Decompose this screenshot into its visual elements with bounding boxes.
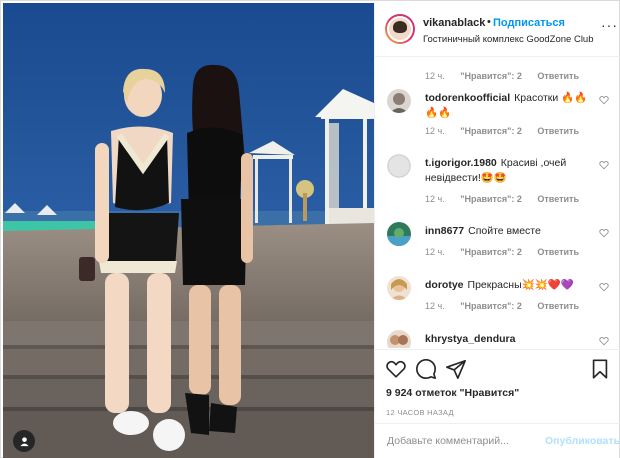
add-comment-bar: Добавьте комментарий... Опубликовать [375,423,620,458]
bookmark-icon[interactable] [589,358,611,380]
follow-button[interactable]: Подписаться [493,17,565,29]
reply-button[interactable]: Ответить [537,71,579,81]
reply-button[interactable]: Ответить [537,194,579,204]
comment-text: todorenkoofficial Красотки 🔥🔥 🔥🔥 [425,91,593,121]
commenter-username[interactable]: dorotye [425,279,464,291]
post-location[interactable]: Гостиничный комплекс GoodZone Club [423,34,594,45]
comment-meta: 12 ч. "Нравится": 2 Ответить [425,247,592,257]
photo-image [3,3,374,458]
paper-plane-icon[interactable] [445,358,467,380]
user-tag-icon[interactable] [13,430,35,452]
comment-icon[interactable] [415,358,437,380]
comment-time: 12 ч. [425,71,445,81]
commenter-username[interactable]: inn8677 [425,225,464,237]
commenter-avatar[interactable] [387,330,411,348]
post-dialog: vikanablack • Подписаться Гостиничный ко… [0,0,620,458]
reply-button[interactable]: Ответить [537,126,579,136]
commenter-avatar[interactable] [387,276,411,300]
more-options-icon[interactable]: ··· [601,17,618,33]
comment-text: khrystya_dendura [425,332,593,347]
author-username[interactable]: vikanablack [423,17,485,29]
comment-likes[interactable]: "Нравится": 2 [460,71,522,81]
commenter-avatar[interactable] [387,154,411,178]
commenter-username[interactable]: todorenkoofficial [425,92,510,104]
reply-button[interactable]: Ответить [537,301,579,311]
commenter-avatar[interactable] [387,222,411,246]
commenter-username[interactable]: t.igorigor.1980 [425,157,497,169]
heart-icon[interactable] [599,336,609,346]
comments-list[interactable]: 12 ч. "Нравится": 2 Ответить todorenkoof… [375,58,620,348]
author-avatar[interactable] [385,14,415,44]
post-side-panel: vikanablack • Подписаться Гостиничный ко… [374,3,620,458]
post-timestamp[interactable]: 12 ЧАСОВ НАЗАД [386,408,454,417]
comment-meta: 12 ч. "Нравится": 2 Ответить [425,301,592,311]
heart-icon[interactable] [385,358,407,380]
heart-icon[interactable] [599,282,609,292]
comment-body: Спойте вместе [468,225,541,237]
commenter-username[interactable]: khrystya_dendura [425,333,515,345]
comment-meta: 12 ч. "Нравится": 2 Ответить [425,194,592,204]
separator-dot: • [487,16,491,28]
comment-likes[interactable]: "Нравится": 2 [460,194,522,204]
commenter-avatar[interactable] [387,89,411,113]
likes-count[interactable]: 9 924 отметок "Нравится" [386,387,519,399]
comment-time: 12 ч. [425,247,445,257]
comment-input[interactable]: Добавьте комментарий... [387,435,509,447]
heart-icon[interactable] [599,95,609,105]
heart-icon[interactable] [599,228,609,238]
comment-meta: 12 ч. "Нравится": 2 Ответить [425,126,592,136]
comment-text: t.igorigor.1980 Красиві ,очей невідвести!… [425,156,593,186]
reply-button[interactable]: Ответить [537,247,579,257]
post-header: vikanablack • Подписаться Гостиничный ко… [375,3,620,57]
comment-body: Прекрасны💥💥❤️💜 [467,279,574,291]
comment-likes[interactable]: "Нравится": 2 [460,126,522,136]
publish-button[interactable]: Опубликовать [545,435,620,447]
heart-icon[interactable] [599,160,609,170]
comment-meta: 12 ч. "Нравится": 2 Ответить [425,71,592,81]
comment-time: 12 ч. [425,301,445,311]
comment-likes[interactable]: "Нравится": 2 [460,247,522,257]
comment-text: inn8677 Спойте вместе [425,224,593,239]
comment-time: 12 ч. [425,194,445,204]
comment-likes[interactable]: "Нравится": 2 [460,301,522,311]
comment-time: 12 ч. [425,126,445,136]
comment-text: dorotye Прекрасны💥💥❤️💜 [425,278,593,293]
post-photo[interactable] [3,3,374,458]
